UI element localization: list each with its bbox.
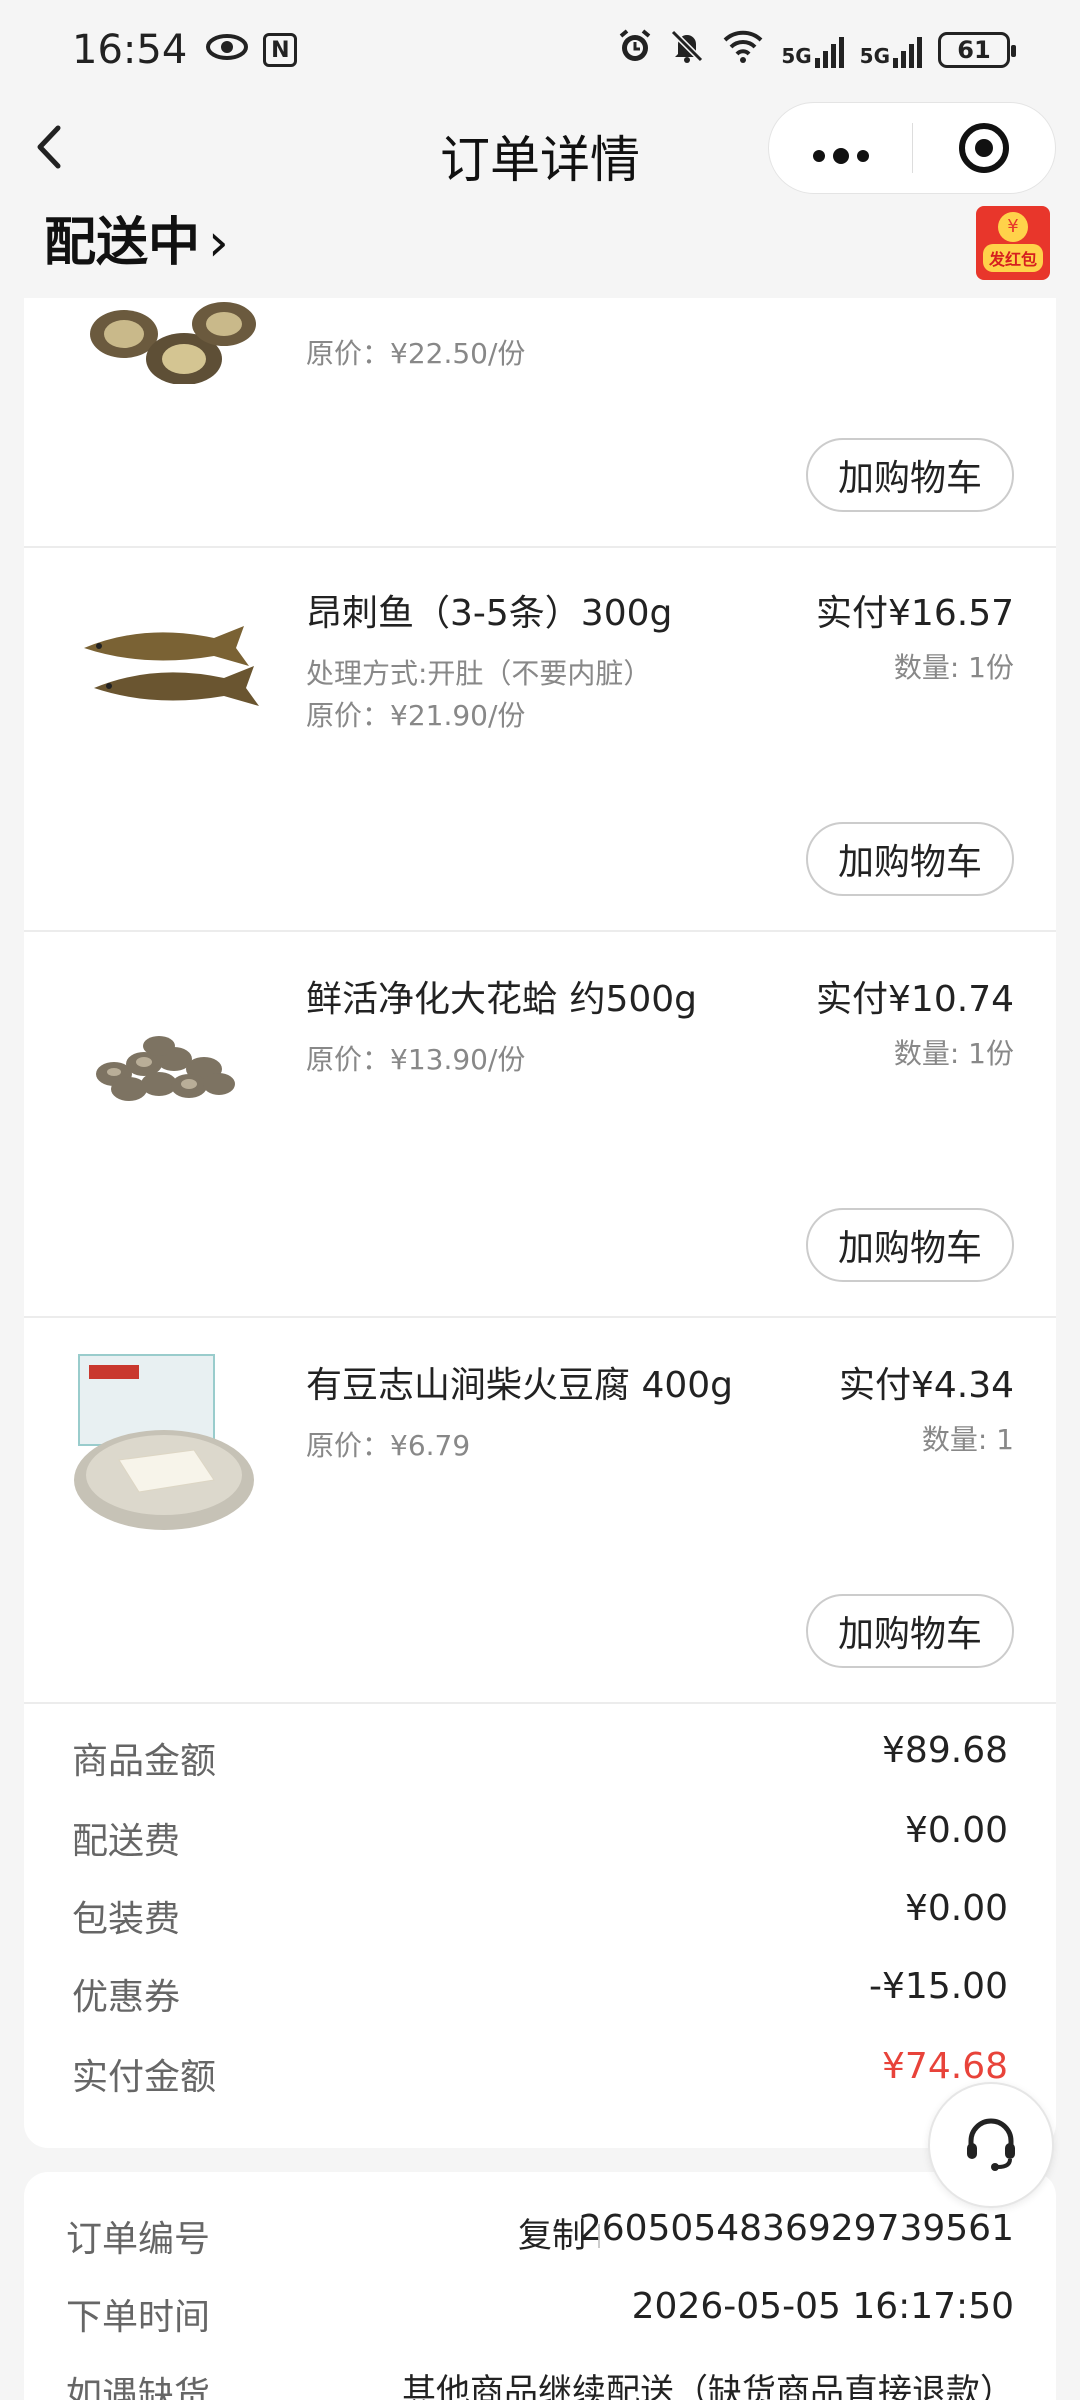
original-price: 原价：¥22.50/份 (306, 337, 526, 370)
add-to-cart-button[interactable]: 加购物车 (806, 1594, 1014, 1668)
delivery-fee-row: 配送费 ¥0.00 (24, 1796, 1056, 1876)
signal-5g-icon: 5G (781, 32, 844, 68)
total-paid-row: 实付金额 ¥74.68 (24, 2032, 1056, 2112)
original-price: 原价：¥6.79 (306, 1429, 471, 1462)
clam-image (64, 954, 264, 1154)
list-item: 原价：¥22.50/份 加购物车 (24, 298, 1056, 548)
battery-icon: 61 (938, 32, 1016, 68)
order-status[interactable]: 配送中 › (44, 200, 229, 275)
add-to-cart-button[interactable]: 加购物车 (806, 822, 1014, 896)
status-time: 16:54 (72, 27, 188, 73)
red-packet-button[interactable]: ¥ 发红包 (976, 206, 1050, 280)
packing-fee-value: ¥0.00 (904, 1888, 1008, 1929)
alarm-icon (617, 28, 653, 72)
order-time-label: 下单时间 (66, 2297, 211, 2338)
tofu-image (64, 1340, 264, 1540)
packing-fee-row: 包装费 ¥0.00 (24, 1874, 1056, 1954)
fish-image (64, 568, 264, 768)
order-time-row: 下单时间 2026-05-05 16:17:50 (24, 2274, 1056, 2354)
coupon-row: 优惠券 -¥15.00 (24, 1952, 1056, 2032)
order-number-value: 2605054836929739561 (578, 2208, 1014, 2249)
status-bar: 16:54 N 5G 5G 61 (0, 0, 1080, 100)
nfc-icon: N (263, 33, 298, 67)
add-to-cart-button[interactable]: 加购物车 (806, 438, 1014, 512)
mini-program-capsule (768, 102, 1056, 194)
mute-bell-icon (669, 28, 705, 72)
quantity: 数量: 1份 (893, 651, 1014, 684)
stockout-value: 其他商品继续配送（缺货商品直接退款） (402, 2372, 1014, 2400)
order-content[interactable]: 原价：¥22.50/份 加购物车 昂刺鱼（3-5条）300g 实付¥16.57 … (0, 298, 1080, 2400)
nav-bar: 订单详情 (0, 100, 1080, 196)
list-item: 鲜活净化大花蛤 约500g 实付¥10.74 数量: 1份 原价：¥13.90/… (24, 934, 1056, 1318)
abalone-image (64, 298, 264, 385)
packing-fee-label: 包装费 (72, 1899, 181, 1940)
price-summary: 商品金额 ¥89.68 配送费 ¥0.00 包装费 ¥0.00 优惠券 -¥15… (24, 1706, 1056, 2148)
stockout-row: 如遇缺货 其他商品继续配送（缺货商品直接退款） (24, 2352, 1056, 2400)
order-number-label: 订单编号 (66, 2219, 211, 2260)
original-price: 原价：¥21.90/份 (306, 699, 526, 732)
order-time-value: 2026-05-05 16:17:50 (631, 2286, 1014, 2327)
eye-icon (205, 30, 249, 71)
wifi-icon (721, 28, 765, 72)
paid-amount: 实付¥4.34 (838, 1365, 1014, 1406)
more-dots-icon[interactable] (769, 121, 912, 175)
order-number-row: 订单编号 复制 2605054836929739561 (24, 2196, 1056, 2276)
total-paid-value: ¥74.68 (882, 2046, 1008, 2087)
quantity: 数量: 1份 (893, 1037, 1014, 1070)
red-packet-label: 发红包 (982, 244, 1043, 272)
list-item: 昂刺鱼（3-5条）300g 实付¥16.57 数量: 1份 处理方式:开肚（不要… (24, 548, 1056, 932)
paid-amount: 实付¥10.74 (816, 979, 1014, 1020)
stockout-label: 如遇缺货 (66, 2375, 211, 2400)
product-name: 鲜活净化大花蛤 约500g (306, 979, 698, 1020)
delivery-fee-value: ¥0.00 (904, 1810, 1008, 1851)
target-icon[interactable] (913, 123, 1055, 173)
delivery-fee-label: 配送费 (72, 1821, 181, 1862)
copy-button[interactable]: 复制 (518, 2208, 586, 2257)
list-item: 有豆志山涧柴火豆腐 400g 实付¥4.34 数量: 1 原价：¥6.79 加购… (24, 1320, 1056, 1704)
items-card: 原价：¥22.50/份 加购物车 昂刺鱼（3-5条）300g 实付¥16.57 … (24, 298, 1056, 1706)
order-info: 订单编号 复制 2605054836929739561 下单时间 2026-05… (24, 2172, 1056, 2400)
coupon-label: 优惠券 (72, 1977, 181, 2018)
coupon-value: -¥15.00 (869, 1966, 1008, 2007)
signal-5g-icon-2: 5G (860, 32, 922, 68)
coin-icon: ¥ (998, 212, 1028, 242)
process-option: 处理方式:开肚（不要内脏） (306, 657, 652, 690)
goods-amount-label: 商品金额 (72, 1741, 217, 1782)
customer-service-icon (959, 2111, 1023, 2179)
customer-service-button[interactable] (928, 2082, 1054, 2208)
goods-amount-row: 商品金额 ¥89.68 (24, 1716, 1056, 1796)
paid-amount: 实付¥16.57 (816, 593, 1014, 634)
product-name: 昂刺鱼（3-5条）300g (306, 593, 673, 634)
quantity: 数量: 1 (921, 1423, 1014, 1456)
add-to-cart-button[interactable]: 加购物车 (806, 1208, 1014, 1282)
total-paid-label: 实付金额 (72, 2057, 217, 2098)
goods-amount-value: ¥89.68 (882, 1730, 1008, 1771)
original-price: 原价：¥13.90/份 (306, 1043, 526, 1076)
product-name: 有豆志山涧柴火豆腐 400g (306, 1365, 734, 1406)
